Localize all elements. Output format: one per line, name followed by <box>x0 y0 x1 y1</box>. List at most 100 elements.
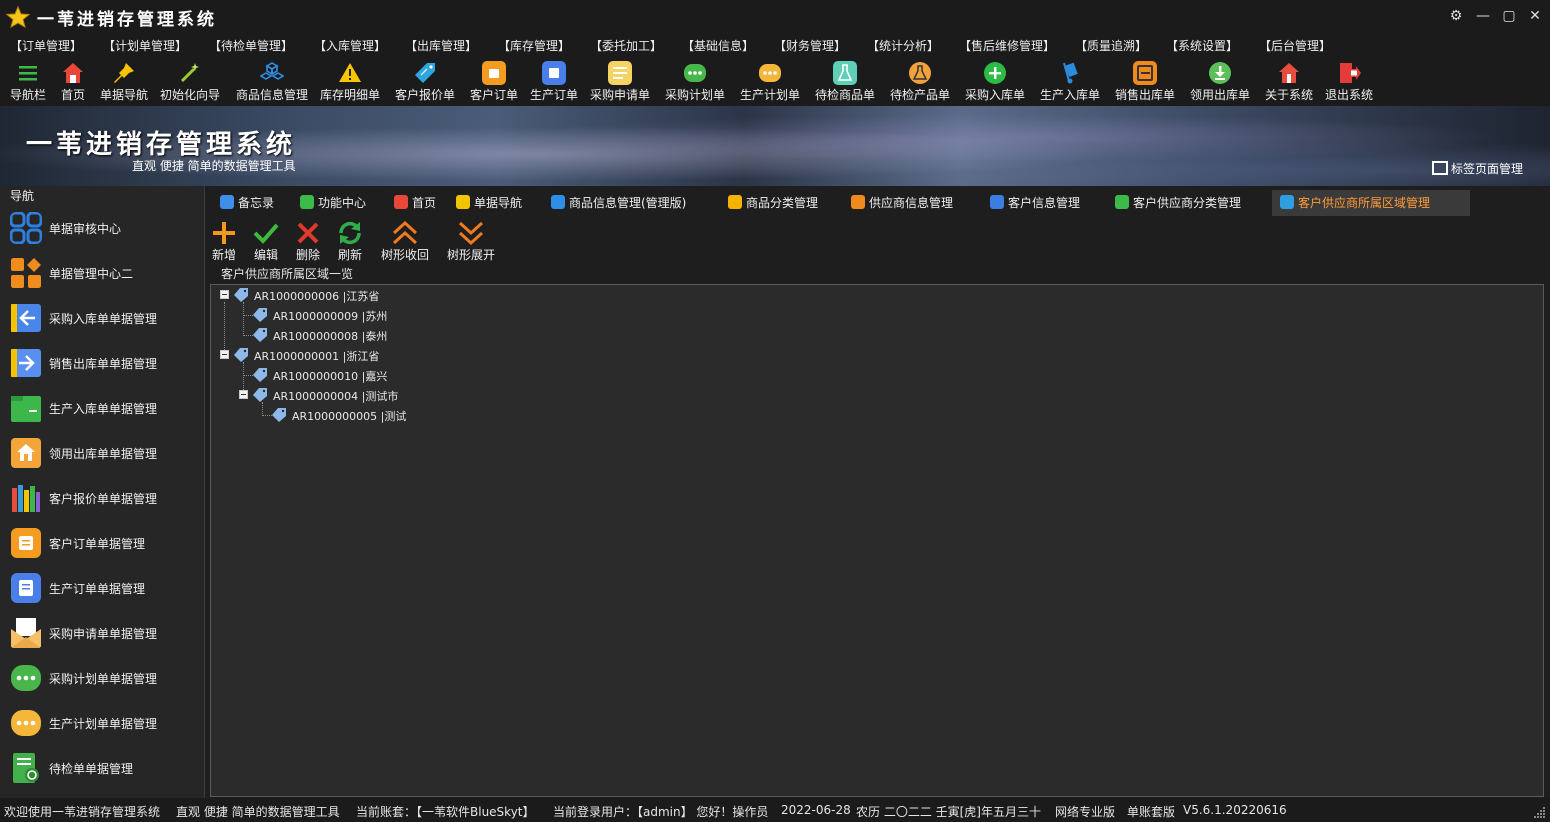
menu-admin[interactable]: 【后台管理】 <box>1259 37 1331 54</box>
tab-home[interactable]: 首页 <box>394 190 436 216</box>
books-icon <box>12 485 40 512</box>
arrow-right-doc-icon <box>11 349 41 377</box>
tree-node-zhejiang[interactable]: AR1000000001 |浙江省 <box>211 345 411 365</box>
sidebar-item-production-order[interactable]: 生产订单单据管理 <box>0 566 204 611</box>
sidebar-item-audit-center[interactable]: 单据审核中心 <box>0 206 204 251</box>
sidebar-item-purchase-request[interactable]: 采购申请单单据管理 <box>0 611 204 656</box>
order-doc-icon <box>482 61 506 85</box>
toolbar-about-button[interactable]: 关于系统 <box>1265 56 1313 106</box>
menu-outsource[interactable]: 【委托加工】 <box>590 37 662 54</box>
tree-collapse-toggle[interactable] <box>239 390 248 399</box>
sidebar-item-inspection[interactable]: 待检单单据管理 <box>0 746 204 791</box>
menu-after-sales[interactable]: 【售后维修管理】 <box>959 37 1055 54</box>
sidebar: 导航 单据审核中心 单据管理中心二 采购入库单单据管理 销售出库单单据管理 生产… <box>0 186 205 798</box>
toolbar-customer-order-button[interactable]: 客户订单 <box>470 56 518 106</box>
tag-icon <box>253 328 267 342</box>
status-account: 当前账套：【一苇软件BlueSkyt】 <box>356 805 535 819</box>
toolbar: 导航栏 首页 单据导航 初始化向导 商品信息管理 库存明细单 客户报价单 客户订… <box>0 56 1550 106</box>
tree-collapse-button[interactable]: 树形收回 <box>380 216 430 264</box>
sidebar-item-purchase-inbound[interactable]: 采购入库单单据管理 <box>0 296 204 341</box>
menu-basic-info[interactable]: 【基础信息】 <box>682 37 754 54</box>
toolbar-init-wizard-button[interactable]: 初始化向导 <box>160 56 220 106</box>
sidebar-item-production-inbound[interactable]: 生产入库单单据管理 <box>0 386 204 431</box>
sidebar-item-doc-center-2[interactable]: 单据管理中心二 <box>0 251 204 296</box>
pin-icon <box>114 63 134 83</box>
tab-product-info-admin[interactable]: 商品信息管理(管理版) <box>551 190 686 216</box>
refresh-button[interactable]: 刷新 <box>336 216 364 264</box>
tree-node-jiaxing[interactable]: AR1000000010 |嘉兴 <box>211 365 431 385</box>
region-list-title: 客户供应商所属区域一览 <box>219 265 356 282</box>
menu-inbound[interactable]: 【入库管理】 <box>314 37 386 54</box>
toolbar-exit-button[interactable]: 退出系统 <box>1325 56 1373 106</box>
tree-expand-button[interactable]: 树形展开 <box>446 216 496 264</box>
menu-order[interactable]: 【订单管理】 <box>10 37 82 54</box>
tree-node-jiangsu[interactable]: AR1000000006 |江苏省 <box>211 285 411 305</box>
delete-button[interactable]: 删除 <box>294 216 322 264</box>
cubes-icon <box>260 62 284 80</box>
chat-dots-icon <box>759 64 781 82</box>
close-button[interactable]: ✕ <box>1524 6 1546 26</box>
star-icon <box>6 6 30 28</box>
toolbar-quote-button[interactable]: 客户报价单 <box>395 56 455 106</box>
cubes-icon <box>551 195 565 209</box>
sidebar-item-requisition-outbound[interactable]: 领用出库单单据管理 <box>0 431 204 476</box>
envelope-doc-icon <box>11 618 41 648</box>
tab-customer-supplier-category[interactable]: 客户供应商分类管理 <box>1115 190 1241 216</box>
toolbar-product-info-button[interactable]: 商品信息管理 <box>236 56 308 106</box>
toolbar-production-inbound-button[interactable]: 生产入库单 <box>1040 56 1100 106</box>
restore-button[interactable]: ▢ <box>1498 6 1520 26</box>
minimize-button[interactable]: — <box>1472 6 1494 26</box>
menu-outbound[interactable]: 【出库管理】 <box>405 37 477 54</box>
menu-plan[interactable]: 【计划单管理】 <box>103 37 187 54</box>
menu-lines-icon <box>19 66 37 81</box>
toolbar-navbar-button[interactable]: 导航栏 <box>10 56 46 106</box>
toolbar-doc-nav-button[interactable]: 单据导航 <box>100 56 148 106</box>
tab-customer-supplier-region[interactable]: 客户供应商所属区域管理 <box>1272 190 1470 216</box>
sidebar-item-purchase-plan[interactable]: 采购计划单单据管理 <box>0 656 204 701</box>
sidebar-item-sales-outbound[interactable]: 销售出库单单据管理 <box>0 341 204 386</box>
sidebar-item-customer-quote[interactable]: 客户报价单单据管理 <box>0 476 204 521</box>
menu-system-settings[interactable]: 【系统设置】 <box>1166 37 1238 54</box>
menu-quality[interactable]: 【质量追溯】 <box>1075 37 1147 54</box>
tree-collapse-toggle[interactable] <box>220 290 229 299</box>
toolbar-home-button[interactable]: 首页 <box>59 56 87 106</box>
resize-grip-icon[interactable] <box>1534 806 1546 818</box>
toolbar-pending-goods-button[interactable]: 待检商品单 <box>815 56 875 106</box>
settings-icon[interactable]: ⚙ <box>1445 6 1467 26</box>
toolbar-purchase-plan-button[interactable]: 采购计划单 <box>665 56 725 106</box>
menu-inspect[interactable]: 【待检单管理】 <box>209 37 293 54</box>
tab-bar: 备忘录 功能中心 首页 单据导航 商品信息管理(管理版) 商品分类管理 供应商信… <box>210 188 1550 216</box>
toolbar-stock-detail-button[interactable]: 库存明细单 <box>320 56 380 106</box>
toolbar-requisition-outbound-button[interactable]: 领用出库单 <box>1190 56 1250 106</box>
tab-page-manage-button[interactable]: 标签页面管理 <box>1432 160 1523 177</box>
toolbar-purchase-inbound-button[interactable]: 采购入库单 <box>965 56 1025 106</box>
menu-finance[interactable]: 【财务管理】 <box>774 37 846 54</box>
tree-node-test[interactable]: AR1000000005 |测试 <box>211 405 451 425</box>
action-bar: 新增 编辑 删除 刷新 树形收回 树形展开 <box>210 216 1550 266</box>
toolbar-production-plan-button[interactable]: 生产计划单 <box>740 56 800 106</box>
toolbar-production-order-button[interactable]: 生产订单 <box>530 56 578 106</box>
tab-memo[interactable]: 备忘录 <box>220 190 274 216</box>
tab-customer-info[interactable]: 客户信息管理 <box>990 190 1080 216</box>
menu-stock[interactable]: 【库存管理】 <box>498 37 570 54</box>
tab-function-center[interactable]: 功能中心 <box>300 190 366 216</box>
tree-node-test-city[interactable]: AR1000000004 |测试市 <box>211 385 431 405</box>
add-button[interactable]: 新增 <box>210 216 238 264</box>
tree-collapse-toggle[interactable] <box>220 350 229 359</box>
toolbar-pending-product-button[interactable]: 待检产品单 <box>890 56 950 106</box>
toolbar-sales-outbound-button[interactable]: 销售出库单 <box>1115 56 1175 106</box>
tag-icon <box>253 368 267 382</box>
tab-supplier-info[interactable]: 供应商信息管理 <box>851 190 953 216</box>
sidebar-item-customer-order[interactable]: 客户订单单据管理 <box>0 521 204 566</box>
tab-product-category[interactable]: 商品分类管理 <box>728 190 818 216</box>
house-doc-icon <box>11 438 41 468</box>
list-icon <box>1115 195 1129 209</box>
tab-doc-nav[interactable]: 单据导航 <box>456 190 522 216</box>
edit-button[interactable]: 编辑 <box>252 216 280 264</box>
menu-statistics[interactable]: 【统计分析】 <box>867 37 939 54</box>
toolbar-purchase-request-button[interactable]: 采购申请单 <box>590 56 650 106</box>
tree-node-suzhou[interactable]: AR1000000009 |苏州 <box>211 305 431 325</box>
plus-icon <box>213 222 235 244</box>
tree-node-taizhou[interactable]: AR1000000008 |泰州 <box>211 325 431 345</box>
sidebar-item-production-plan[interactable]: 生产计划单单据管理 <box>0 701 204 746</box>
